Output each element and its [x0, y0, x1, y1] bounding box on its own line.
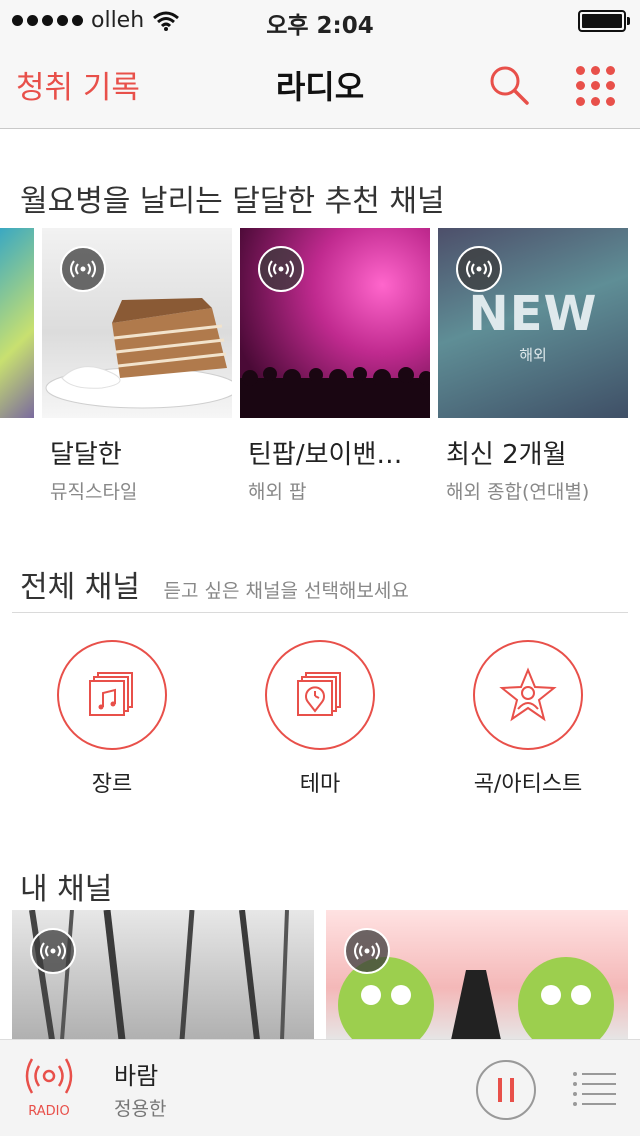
my-channels-title: 내 채널 — [20, 872, 113, 907]
music-note-icon — [89, 672, 133, 716]
rec-thumbnail[interactable] — [42, 228, 232, 418]
star-person-icon — [499, 667, 557, 722]
status-time: 오후 2:04 — [266, 13, 374, 39]
radio-icon — [258, 246, 304, 292]
category-circle[interactable] — [473, 640, 583, 750]
my-channel-card[interactable] — [12, 910, 314, 1040]
rec-thumbnail[interactable]: NEW 해외 — [438, 228, 628, 418]
new-badge-text: NEW — [468, 286, 598, 342]
category-label: 곡/아티스트 — [473, 772, 583, 797]
rec-subtitle: 해외 팝 — [248, 481, 307, 503]
all-channels-hint: 듣고 싶은 채널을 선택해보세요 — [163, 580, 409, 602]
all-channels-label: 전체 채널 — [20, 570, 140, 605]
battery-icon — [578, 10, 630, 32]
pause-button[interactable] — [476, 1060, 536, 1120]
player-title: 바람 — [114, 1062, 159, 1090]
category-label: 장르 — [91, 772, 133, 797]
divider — [12, 612, 628, 613]
category-circle[interactable] — [265, 640, 375, 750]
status-bar: olleh 오후 2:04 — [0, 0, 640, 40]
new-badge-sub: 해외 — [519, 346, 547, 364]
nav-bar: 청취 기록 라디오 — [0, 40, 640, 129]
rec-card[interactable]: 달달한 뮤직스타일 — [42, 228, 232, 504]
recommended-title: 월요병을 날리는 달달한 추천 채널 — [20, 184, 445, 219]
category-genre[interactable]: 장르 — [12, 640, 212, 798]
rec-subtitle: 뮤직스타일 — [50, 481, 138, 503]
rec-card[interactable]: 틴팝/보이밴… 해외 팝 — [240, 228, 430, 504]
category-circle[interactable] — [57, 640, 167, 750]
my-channel-card[interactable] — [326, 910, 628, 1040]
category-song-artist[interactable]: 곡/아티스트 — [428, 640, 628, 798]
radio-icon — [456, 246, 502, 292]
radio-icon — [344, 928, 390, 974]
rec-thumbnail[interactable] — [240, 228, 430, 418]
clock-pin-icon — [297, 672, 341, 716]
rec-title: 최신 2개월 — [446, 440, 567, 470]
rec-title: 달달한 — [50, 440, 122, 470]
page-title: 라디오 — [275, 68, 365, 106]
mini-player[interactable]: RADIO 바람 정용한 — [0, 1039, 640, 1136]
player-radio-label: RADIO — [28, 1104, 70, 1119]
radio-icon[interactable] — [24, 1050, 74, 1104]
rec-card[interactable]: NEW 해외 최신 2개월 해외 종합(연대별) — [438, 228, 628, 504]
rec-title: 틴팝/보이밴… — [248, 440, 403, 470]
all-channels-title: 전체 채널 듣고 싶은 채널을 선택해보세요 — [20, 562, 409, 606]
menu-grid-icon[interactable] — [576, 66, 616, 106]
playlist-icon[interactable] — [572, 1068, 618, 1108]
search-icon[interactable] — [488, 64, 530, 106]
player-artist: 정용한 — [114, 1098, 167, 1120]
category-theme[interactable]: 테마 — [220, 640, 420, 798]
category-label: 테마 — [299, 772, 341, 797]
radio-icon — [30, 928, 76, 974]
card-partial[interactable] — [0, 228, 34, 418]
radio-icon — [60, 246, 106, 292]
rec-subtitle: 해외 종합(연대별) — [446, 481, 590, 503]
